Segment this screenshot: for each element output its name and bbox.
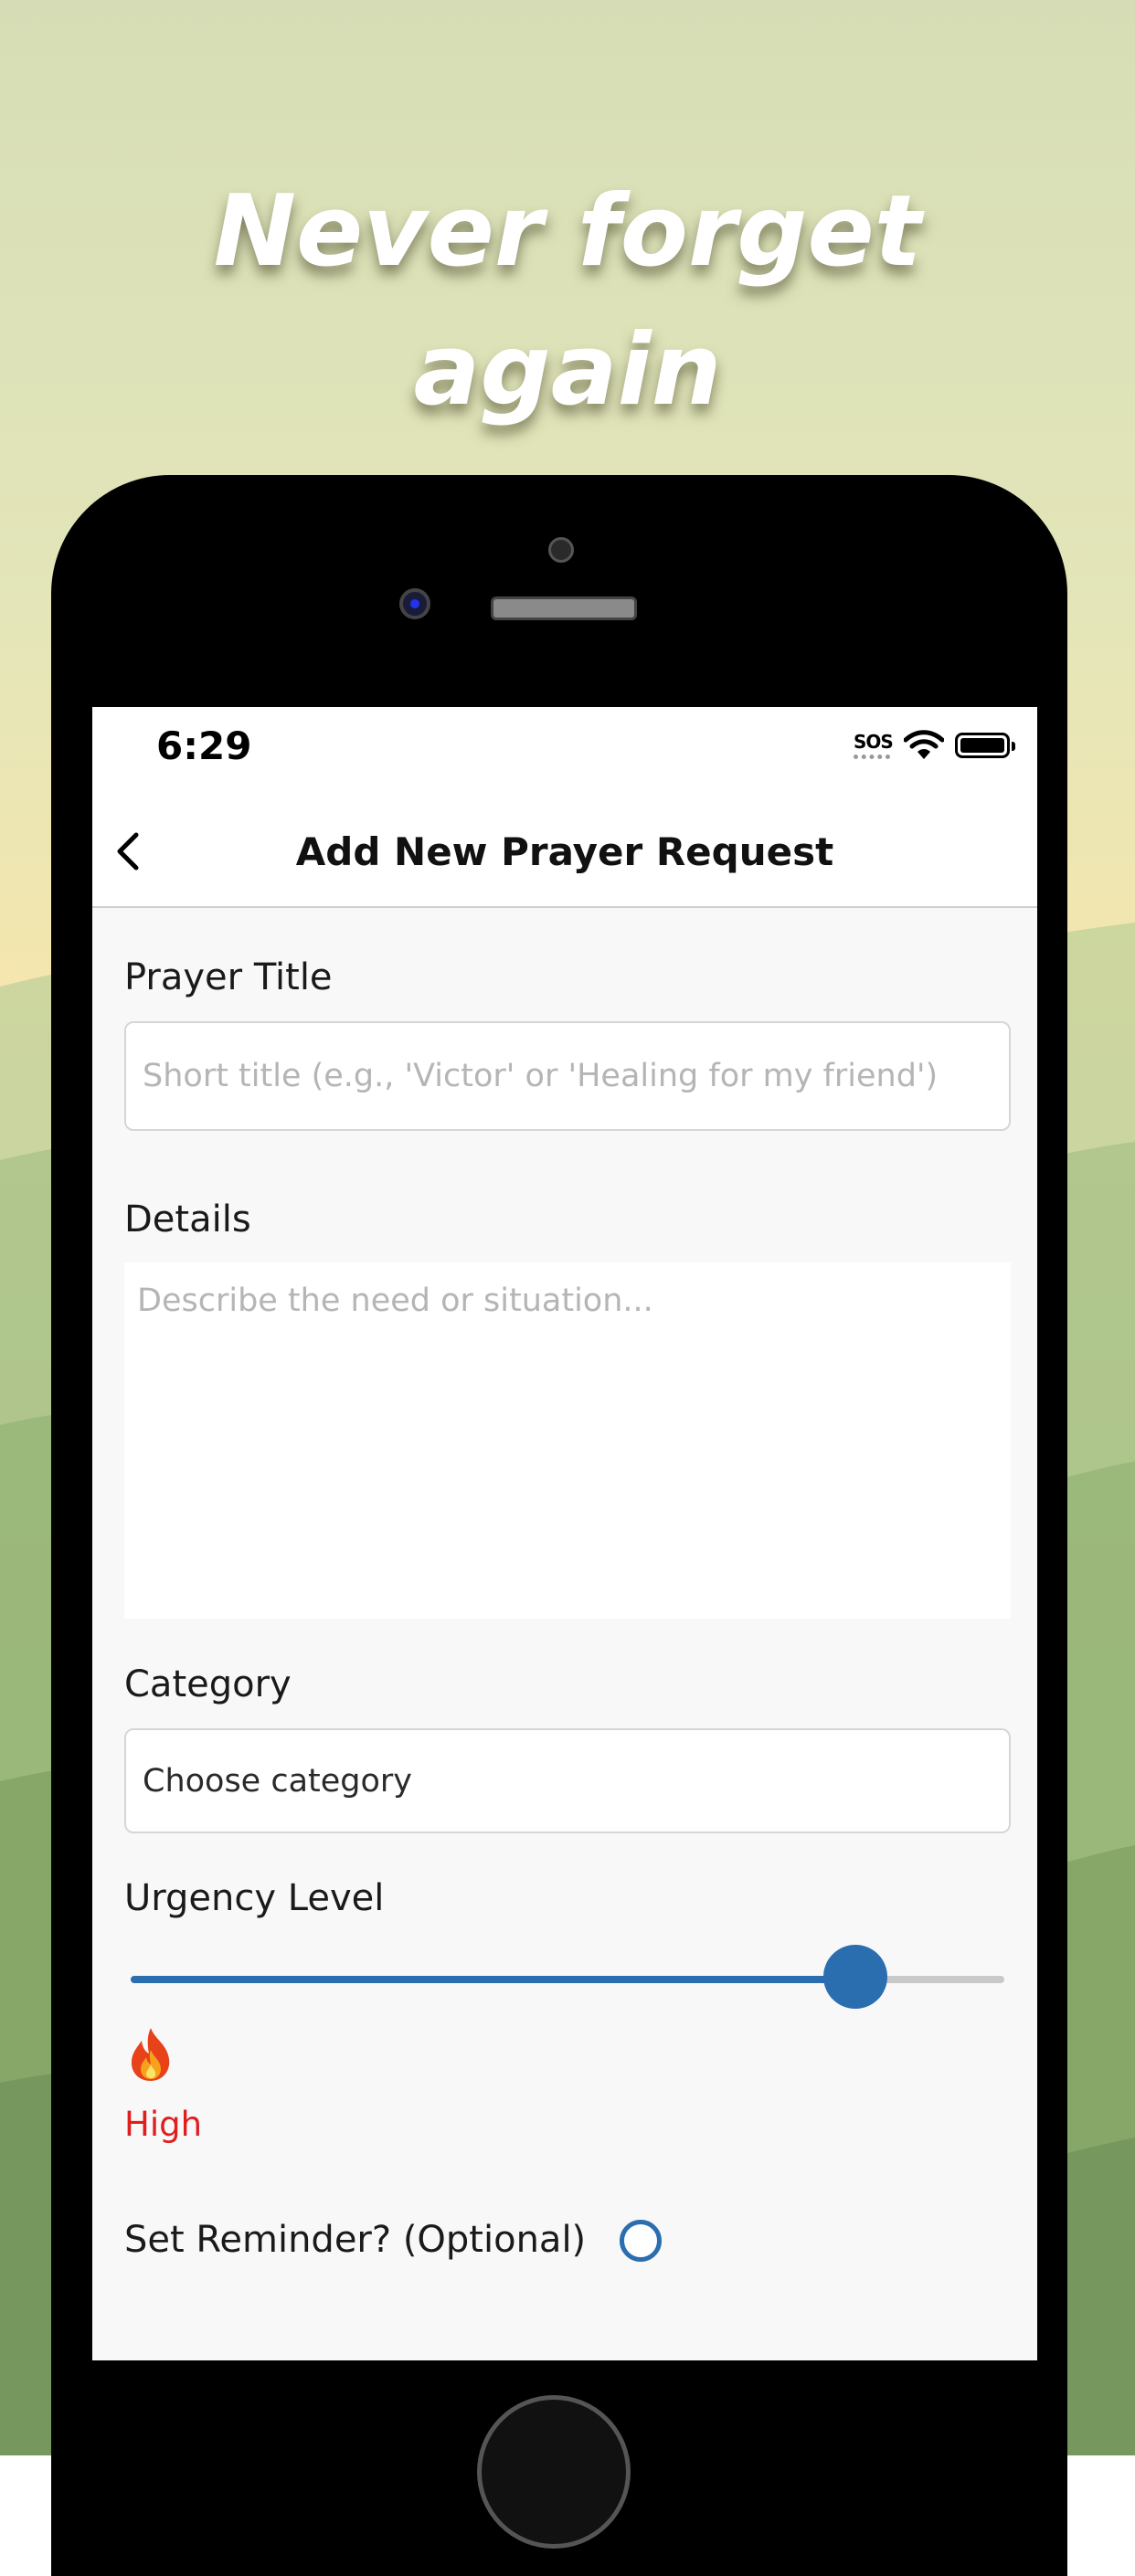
signal-dots-icon: [854, 755, 890, 764]
details-label: Details: [124, 1198, 251, 1240]
navigation-bar: Add New Prayer Request: [92, 798, 1037, 908]
status-bar: 6:29 SOS: [92, 707, 1037, 798]
category-select[interactable]: Choose category: [124, 1728, 1011, 1833]
status-time: 6:29: [156, 723, 252, 768]
page-title: Add New Prayer Request: [295, 829, 834, 874]
sos-indicator: SOS: [854, 731, 894, 753]
urgency-slider-fill: [131, 1976, 856, 1983]
app-screen: 6:29 SOS Add New Prayer Request Prayer T…: [92, 707, 1037, 2360]
headline-line-2: again: [413, 313, 722, 428]
front-camera-icon: [399, 588, 430, 619]
prayer-title-input[interactable]: Short title (e.g., 'Victor' or 'Healing …: [124, 1021, 1011, 1131]
category-label: Category: [124, 1663, 292, 1705]
urgency-level-label: Urgency Level: [124, 1877, 385, 1919]
reminder-label: Set Reminder? (Optional): [124, 2219, 587, 2261]
reminder-radio[interactable]: [620, 2220, 662, 2262]
proximity-sensor: [548, 537, 574, 563]
urgency-slider-thumb[interactable]: [823, 1945, 888, 2009]
marketing-headline: Never forget again: [0, 163, 1135, 440]
wifi-icon: [904, 730, 944, 759]
flame-icon: [131, 2028, 170, 2081]
battery-icon: [955, 733, 1015, 758]
details-placeholder: Describe the need or situation...: [137, 1283, 653, 1319]
earpiece-speaker: [491, 596, 637, 620]
home-button[interactable]: [477, 2395, 631, 2549]
details-textarea[interactable]: Describe the need or situation...: [124, 1262, 1011, 1619]
chevron-left-icon[interactable]: [105, 826, 156, 877]
urgency-slider[interactable]: [131, 1945, 1004, 2009]
prayer-title-label: Prayer Title: [124, 956, 333, 998]
urgency-level-text: High: [124, 2105, 203, 2144]
headline-line-1: Never forget: [213, 174, 922, 289]
prayer-title-placeholder: Short title (e.g., 'Victor' or 'Healing …: [143, 1058, 939, 1094]
category-selected-value: Choose category: [143, 1763, 413, 1800]
